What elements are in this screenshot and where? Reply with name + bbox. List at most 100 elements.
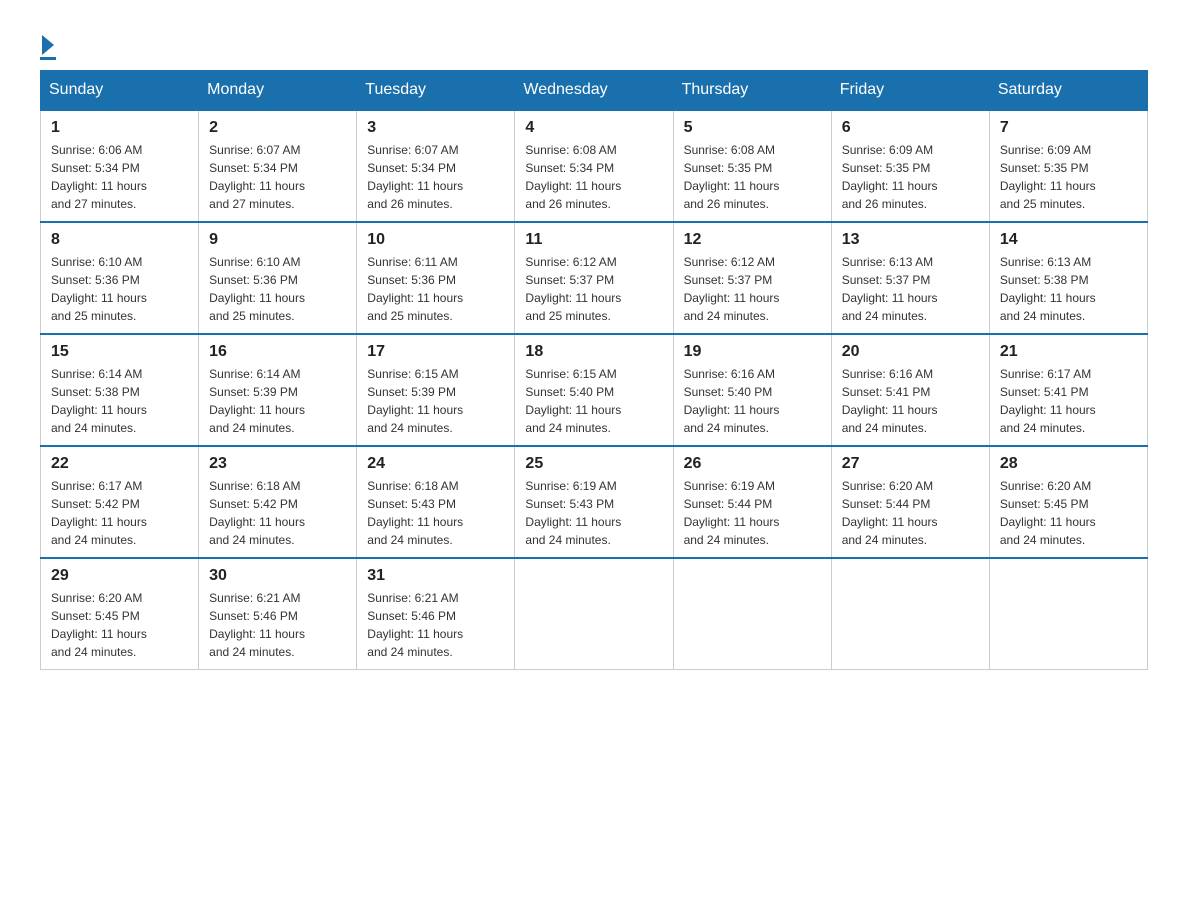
- day-info: Sunrise: 6:09 AMSunset: 5:35 PMDaylight:…: [842, 141, 979, 213]
- day-info: Sunrise: 6:10 AMSunset: 5:36 PMDaylight:…: [209, 253, 346, 325]
- day-info: Sunrise: 6:18 AMSunset: 5:43 PMDaylight:…: [367, 477, 504, 549]
- calendar-cell: 24 Sunrise: 6:18 AMSunset: 5:43 PMDayligh…: [357, 446, 515, 558]
- weekday-header-thursday: Thursday: [673, 71, 831, 111]
- calendar-cell: 7 Sunrise: 6:09 AMSunset: 5:35 PMDaylight…: [989, 110, 1147, 222]
- day-info: Sunrise: 6:11 AMSunset: 5:36 PMDaylight:…: [367, 253, 504, 325]
- day-info: Sunrise: 6:18 AMSunset: 5:42 PMDaylight:…: [209, 477, 346, 549]
- calendar-cell: 4 Sunrise: 6:08 AMSunset: 5:34 PMDaylight…: [515, 110, 673, 222]
- calendar-cell: 21 Sunrise: 6:17 AMSunset: 5:41 PMDayligh…: [989, 334, 1147, 446]
- day-info: Sunrise: 6:08 AMSunset: 5:34 PMDaylight:…: [525, 141, 662, 213]
- day-info: Sunrise: 6:16 AMSunset: 5:41 PMDaylight:…: [842, 365, 979, 437]
- day-info: Sunrise: 6:20 AMSunset: 5:45 PMDaylight:…: [1000, 477, 1137, 549]
- page-header: [40, 30, 1148, 60]
- day-info: Sunrise: 6:12 AMSunset: 5:37 PMDaylight:…: [684, 253, 821, 325]
- day-number: 31: [367, 567, 504, 585]
- day-info: Sunrise: 6:07 AMSunset: 5:34 PMDaylight:…: [209, 141, 346, 213]
- day-info: Sunrise: 6:12 AMSunset: 5:37 PMDaylight:…: [525, 253, 662, 325]
- day-info: Sunrise: 6:10 AMSunset: 5:36 PMDaylight:…: [51, 253, 188, 325]
- calendar-cell: 27Sunrise: 6:20 AMSunset: 5:44 PMDayligh…: [831, 446, 989, 558]
- day-number: 12: [684, 231, 821, 249]
- day-number: 6: [842, 119, 979, 137]
- calendar-header-row: SundayMondayTuesdayWednesdayThursdayFrid…: [41, 71, 1148, 111]
- day-info: Sunrise: 6:16 AMSunset: 5:40 PMDaylight:…: [684, 365, 821, 437]
- calendar-cell: 1Sunrise: 6:06 AMSunset: 5:34 PMDaylight…: [41, 110, 199, 222]
- day-number: 4: [525, 119, 662, 137]
- calendar-cell: 11 Sunrise: 6:12 AMSunset: 5:37 PMDayligh…: [515, 222, 673, 334]
- day-number: 24: [367, 455, 504, 473]
- logo-arrow-icon: [42, 35, 54, 55]
- weekday-header-wednesday: Wednesday: [515, 71, 673, 111]
- calendar-cell: 16 Sunrise: 6:14 AMSunset: 5:39 PMDayligh…: [199, 334, 357, 446]
- day-number: 15: [51, 343, 188, 361]
- calendar-cell: 19 Sunrise: 6:16 AMSunset: 5:40 PMDayligh…: [673, 334, 831, 446]
- day-number: 16: [209, 343, 346, 361]
- day-number: 28: [1000, 455, 1137, 473]
- day-info: Sunrise: 6:17 AMSunset: 5:41 PMDaylight:…: [1000, 365, 1137, 437]
- calendar-cell: 28 Sunrise: 6:20 AMSunset: 5:45 PMDayligh…: [989, 446, 1147, 558]
- day-info: Sunrise: 6:17 AMSunset: 5:42 PMDaylight:…: [51, 477, 188, 549]
- day-number: 21: [1000, 343, 1137, 361]
- day-number: 13: [842, 231, 979, 249]
- day-info: Sunrise: 6:21 AMSunset: 5:46 PMDaylight:…: [209, 589, 346, 661]
- logo: [40, 30, 56, 60]
- day-number: 11: [525, 231, 662, 249]
- day-info: Sunrise: 6:15 AMSunset: 5:40 PMDaylight:…: [525, 365, 662, 437]
- day-number: 23: [209, 455, 346, 473]
- calendar-cell: 14Sunrise: 6:13 AMSunset: 5:38 PMDayligh…: [989, 222, 1147, 334]
- calendar-cell: 3Sunrise: 6:07 AMSunset: 5:34 PMDaylight…: [357, 110, 515, 222]
- day-number: 22: [51, 455, 188, 473]
- calendar-cell: [989, 558, 1147, 670]
- calendar-cell: 22 Sunrise: 6:17 AMSunset: 5:42 PMDayligh…: [41, 446, 199, 558]
- day-info: Sunrise: 6:19 AMSunset: 5:44 PMDaylight:…: [684, 477, 821, 549]
- calendar-cell: 20 Sunrise: 6:16 AMSunset: 5:41 PMDayligh…: [831, 334, 989, 446]
- day-number: 19: [684, 343, 821, 361]
- day-info: Sunrise: 6:15 AMSunset: 5:39 PMDaylight:…: [367, 365, 504, 437]
- logo-underline: [40, 57, 56, 60]
- calendar-week-4: 22 Sunrise: 6:17 AMSunset: 5:42 PMDayligh…: [41, 446, 1148, 558]
- calendar-cell: 26Sunrise: 6:19 AMSunset: 5:44 PMDayligh…: [673, 446, 831, 558]
- weekday-header-monday: Monday: [199, 71, 357, 111]
- calendar-cell: 17Sunrise: 6:15 AMSunset: 5:39 PMDayligh…: [357, 334, 515, 446]
- day-info: Sunrise: 6:21 AMSunset: 5:46 PMDaylight:…: [367, 589, 504, 661]
- calendar-cell: 8 Sunrise: 6:10 AMSunset: 5:36 PMDaylight…: [41, 222, 199, 334]
- calendar-cell: 10 Sunrise: 6:11 AMSunset: 5:36 PMDayligh…: [357, 222, 515, 334]
- day-number: 18: [525, 343, 662, 361]
- weekday-header-friday: Friday: [831, 71, 989, 111]
- calendar-week-2: 8 Sunrise: 6:10 AMSunset: 5:36 PMDaylight…: [41, 222, 1148, 334]
- day-number: 5: [684, 119, 821, 137]
- weekday-header-saturday: Saturday: [989, 71, 1147, 111]
- calendar-cell: 9Sunrise: 6:10 AMSunset: 5:36 PMDaylight…: [199, 222, 357, 334]
- calendar-cell: 29Sunrise: 6:20 AMSunset: 5:45 PMDayligh…: [41, 558, 199, 670]
- day-info: Sunrise: 6:13 AMSunset: 5:38 PMDaylight:…: [1000, 253, 1137, 325]
- calendar-cell: 23 Sunrise: 6:18 AMSunset: 5:42 PMDayligh…: [199, 446, 357, 558]
- calendar-week-1: 1Sunrise: 6:06 AMSunset: 5:34 PMDaylight…: [41, 110, 1148, 222]
- day-number: 3: [367, 119, 504, 137]
- day-number: 10: [367, 231, 504, 249]
- day-number: 7: [1000, 119, 1137, 137]
- calendar-cell: 2Sunrise: 6:07 AMSunset: 5:34 PMDaylight…: [199, 110, 357, 222]
- day-info: Sunrise: 6:19 AMSunset: 5:43 PMDaylight:…: [525, 477, 662, 549]
- calendar-cell: [515, 558, 673, 670]
- day-info: Sunrise: 6:09 AMSunset: 5:35 PMDaylight:…: [1000, 141, 1137, 213]
- calendar-cell: 25 Sunrise: 6:19 AMSunset: 5:43 PMDayligh…: [515, 446, 673, 558]
- calendar-cell: 18 Sunrise: 6:15 AMSunset: 5:40 PMDayligh…: [515, 334, 673, 446]
- day-info: Sunrise: 6:20 AMSunset: 5:45 PMDaylight:…: [51, 589, 188, 661]
- weekday-header-sunday: Sunday: [41, 71, 199, 111]
- day-number: 25: [525, 455, 662, 473]
- calendar-cell: 5Sunrise: 6:08 AMSunset: 5:35 PMDaylight…: [673, 110, 831, 222]
- calendar-cell: 31 Sunrise: 6:21 AMSunset: 5:46 PMDayligh…: [357, 558, 515, 670]
- day-number: 8: [51, 231, 188, 249]
- day-number: 1: [51, 119, 188, 137]
- calendar-cell: 6 Sunrise: 6:09 AMSunset: 5:35 PMDaylight…: [831, 110, 989, 222]
- day-info: Sunrise: 6:20 AMSunset: 5:44 PMDaylight:…: [842, 477, 979, 549]
- calendar-cell: [831, 558, 989, 670]
- day-info: Sunrise: 6:14 AMSunset: 5:38 PMDaylight:…: [51, 365, 188, 437]
- day-info: Sunrise: 6:14 AMSunset: 5:39 PMDaylight:…: [209, 365, 346, 437]
- day-number: 20: [842, 343, 979, 361]
- calendar-week-5: 29Sunrise: 6:20 AMSunset: 5:45 PMDayligh…: [41, 558, 1148, 670]
- calendar-cell: 30 Sunrise: 6:21 AMSunset: 5:46 PMDayligh…: [199, 558, 357, 670]
- day-number: 30: [209, 567, 346, 585]
- calendar-cell: [673, 558, 831, 670]
- day-info: Sunrise: 6:13 AMSunset: 5:37 PMDaylight:…: [842, 253, 979, 325]
- calendar-week-3: 15 Sunrise: 6:14 AMSunset: 5:38 PMDayligh…: [41, 334, 1148, 446]
